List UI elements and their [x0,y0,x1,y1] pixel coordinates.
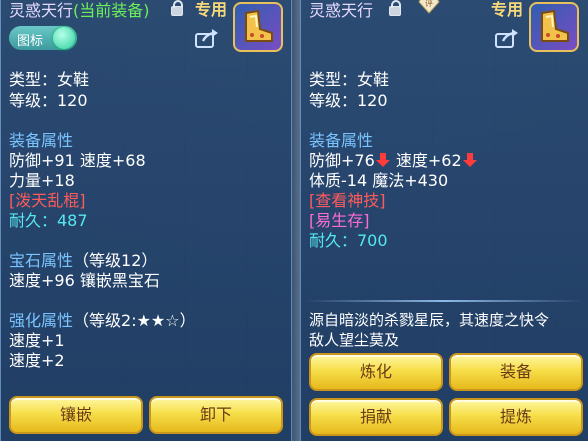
description-divider [305,300,583,302]
item-title: 灵惑天行 [309,0,373,21]
item-level: 等级：120 [9,91,88,110]
enhance-level: （等级2:★★☆） [73,311,196,330]
item-description: 敌人望尘莫及 [309,331,400,349]
exclusive-label: 专用 [491,0,524,19]
compare-equipment-panel: 灵惑天行 专用 类型：女鞋 等级：120 装备属性 防御+76 速度+62 体质… [300,0,588,441]
toggle-knob [53,27,75,49]
extract-button[interactable]: 提炼 [449,398,583,436]
boot-item-icon [529,2,579,52]
share-icon[interactable] [495,28,519,48]
item-name: 灵惑天行 [309,1,374,20]
item-name: 灵惑天行 [9,1,74,20]
icon-toggle[interactable]: 图标 [9,26,77,50]
current-equipped-tag: (当前装备) [73,1,150,20]
item-title: 灵惑天行(当前装备) [9,0,150,21]
refine-button[interactable]: 炼化 [309,353,443,391]
share-icon[interactable] [195,28,219,48]
toggle-label: 图标 [17,34,44,49]
down-arrow-icon [375,152,391,168]
lock-icon[interactable] [389,0,401,16]
enhance-line: 速度+2 [9,351,65,370]
gem-badge-icon: 评 [418,0,440,14]
item-level: 等级：120 [309,91,388,110]
boot-item-icon [233,2,283,52]
lock-icon[interactable] [171,0,183,16]
exclusive-label: 专用 [195,0,228,19]
inlay-button[interactable]: 镶嵌 [9,396,143,434]
equip-button[interactable]: 装备 [449,353,583,391]
current-equipment-panel: 灵惑天行(当前装备) 专用 图标 类型：女鞋 等级：120 装备属性 防御+91… [0,0,292,441]
unequip-button[interactable]: 卸下 [149,396,283,434]
gem-badge-text: 评 [425,0,433,8]
gem-line: 速度+96 镶嵌黑宝石 [9,271,160,290]
item-description: 源自暗淡的杀戮星辰，其速度之快令 [309,311,550,329]
durability: 耐久：700 [309,231,388,250]
down-arrow-icon [462,152,478,168]
durability: 耐久：487 [9,211,88,230]
donate-button[interactable]: 捐献 [309,398,443,436]
